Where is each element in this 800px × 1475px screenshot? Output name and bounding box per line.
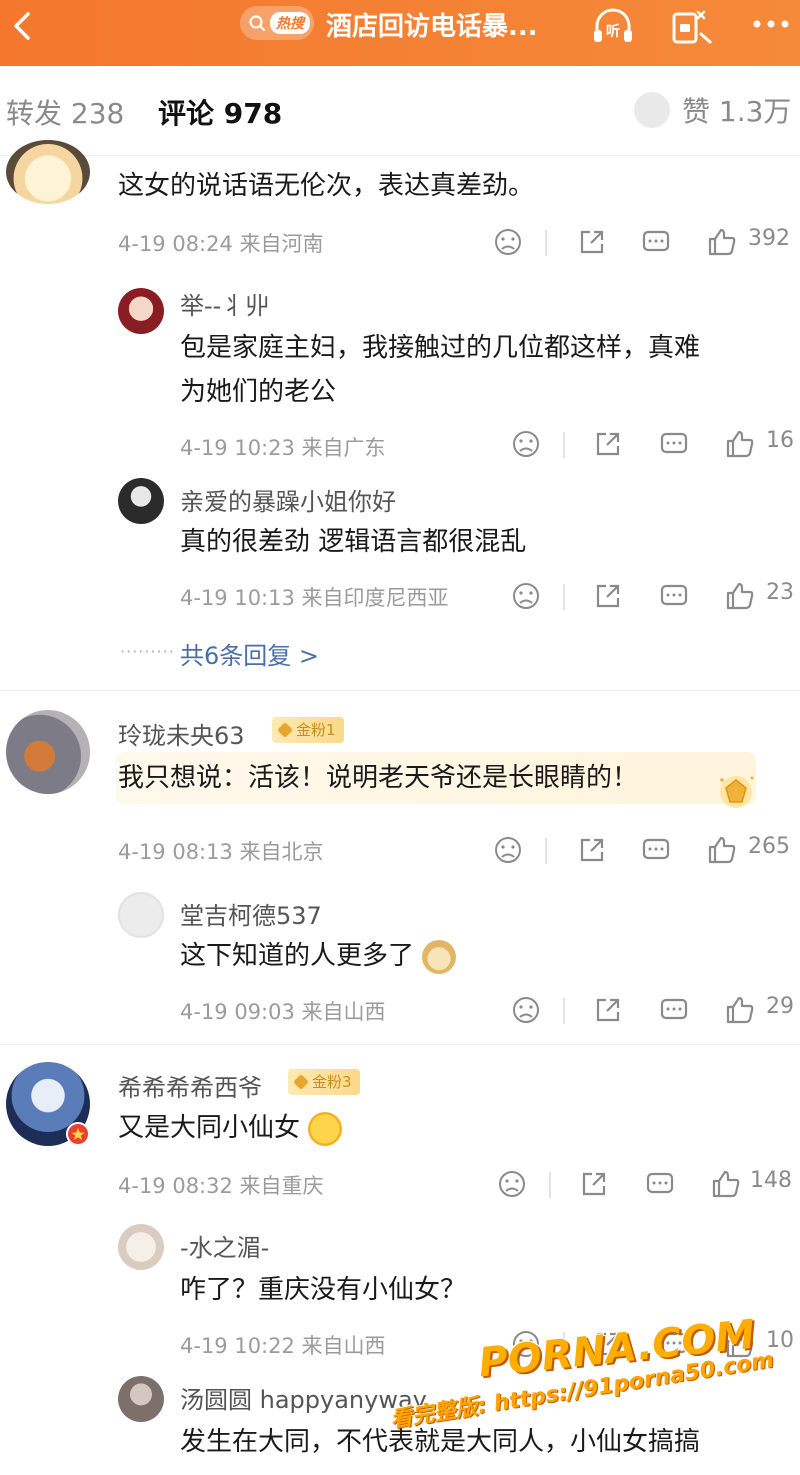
comment-meta: 4-19 08:32 来自重庆 — [118, 1174, 324, 1198]
tab-comment[interactable]: 评论 978 — [158, 92, 282, 132]
reply-text: 为她们的老公 — [180, 377, 337, 407]
avatar[interactable] — [118, 288, 164, 334]
like-icon[interactable] — [722, 578, 758, 614]
like-total[interactable]: 赞 1.3万 — [634, 90, 791, 130]
back-icon[interactable] — [4, 6, 44, 46]
replies-dots: ········· — [120, 642, 175, 661]
search-icon — [249, 15, 266, 32]
share-icon[interactable] — [590, 992, 626, 1028]
listen-icon[interactable]: 听 — [590, 4, 636, 48]
share-icon[interactable] — [590, 426, 626, 462]
reply-author[interactable]: 举--丬丱 — [180, 286, 269, 321]
comment-icon[interactable] — [656, 992, 692, 1028]
like-icon[interactable] — [708, 1166, 744, 1202]
like-count: 148 — [750, 1168, 792, 1193]
tab-bar: 转发 238 评论 978 赞 1.3万 — [0, 66, 800, 156]
reply-text: 包是家庭主妇，我接触过的几位都这样，真难 — [180, 333, 701, 363]
reply-text: 真的很差劲 逻辑语言都很混乱 — [180, 527, 527, 557]
reply-meta: 4-19 10:23 来自广东 — [180, 436, 386, 460]
share-icon[interactable] — [590, 578, 626, 614]
like-count: 265 — [748, 834, 790, 859]
red-envelope-icon[interactable] — [668, 4, 714, 48]
more-icon[interactable] — [748, 4, 794, 48]
avatar[interactable] — [118, 892, 164, 938]
comment-author[interactable]: 希希希希西爷 — [118, 1068, 262, 1103]
comment-text: 这女的说话语无伦次，表达真差劲。 — [118, 171, 535, 201]
share-icon[interactable] — [576, 1166, 612, 1202]
fan-badge: 金粉1 — [272, 717, 344, 743]
like-icon[interactable] — [722, 992, 758, 1028]
comment-text: 又是大同小仙女 — [118, 1106, 343, 1150]
avatar[interactable] — [6, 140, 90, 204]
share-icon[interactable] — [574, 224, 610, 260]
gem-icon — [720, 776, 754, 808]
comment-actions: 148 — [494, 1166, 800, 1206]
like-count: 23 — [766, 580, 794, 605]
avatar[interactable] — [6, 710, 90, 794]
reply-author[interactable]: 堂吉柯德537 — [180, 896, 322, 931]
reply-actions: 16 — [508, 426, 800, 466]
laugh-cry-emoji-icon — [308, 1111, 343, 1146]
reply-actions: 29 — [508, 992, 800, 1032]
avatar[interactable] — [118, 478, 164, 524]
reply-author[interactable]: 亲爱的暴躁小姐你好 — [180, 482, 396, 517]
dislike-icon[interactable] — [490, 224, 526, 260]
comment-meta: 4-19 08:24 来自河南 — [118, 232, 324, 256]
like-total-label: 赞 1.3万 — [682, 95, 792, 128]
page-title: 酒店回访电话暴... — [326, 12, 538, 42]
comment-icon[interactable] — [656, 426, 692, 462]
reply-author[interactable]: -水之湄- — [180, 1228, 269, 1263]
divider — [0, 690, 800, 691]
comment-actions: 392 — [490, 224, 800, 264]
dislike-icon[interactable] — [490, 832, 526, 868]
svg-text:听: 听 — [606, 23, 620, 40]
more-replies-link[interactable]: 共6条回复 > — [180, 636, 319, 671]
divider — [0, 1044, 800, 1045]
like-icon[interactable] — [704, 224, 740, 260]
comment-meta: 4-19 08:13 来自北京 — [118, 840, 324, 864]
tab-repost[interactable]: 转发 238 — [6, 92, 124, 132]
comment-icon[interactable] — [638, 224, 674, 260]
dislike-icon[interactable] — [494, 1166, 530, 1202]
like-icon[interactable] — [722, 426, 758, 462]
doge-emoji-icon — [422, 939, 457, 974]
avatar[interactable] — [118, 1376, 164, 1422]
reply-text: 这下知道的人更多了 — [180, 934, 457, 978]
like-count: 392 — [748, 226, 790, 251]
like-count: 29 — [766, 994, 794, 1019]
reply-meta: 4-19 10:22 来自山西 — [180, 1334, 386, 1358]
comment-icon[interactable] — [642, 1166, 678, 1202]
dislike-icon[interactable] — [508, 426, 544, 462]
like-avatar-icon — [634, 92, 670, 128]
reply-meta: 4-19 09:03 来自山西 — [180, 1000, 386, 1024]
verified-icon — [66, 1122, 90, 1146]
share-icon[interactable] — [574, 832, 610, 868]
fan-badge: 金粉3 — [288, 1069, 360, 1095]
comment-text: 我只想说：活该！说明老天爷还是长眼睛的！ — [118, 763, 639, 793]
hot-label: 热搜 — [270, 12, 310, 34]
avatar[interactable] — [118, 1224, 164, 1270]
reply-meta: 4-19 10:13 来自印度尼西亚 — [180, 586, 449, 610]
comment-actions: 265 — [490, 832, 800, 872]
comment-icon[interactable] — [638, 832, 674, 868]
reply-actions: 23 — [508, 578, 800, 618]
comment-author[interactable]: 玲珑未央63 — [118, 716, 245, 751]
like-icon[interactable] — [704, 832, 740, 868]
reply-text: 咋了？重庆没有小仙女？ — [180, 1275, 467, 1305]
hot-search-badge[interactable]: 热搜 — [240, 6, 314, 40]
dislike-icon[interactable] — [508, 992, 544, 1028]
dislike-icon[interactable] — [508, 578, 544, 614]
like-count: 16 — [766, 428, 794, 453]
comment-icon[interactable] — [656, 578, 692, 614]
top-bar: 热搜 酒店回访电话暴... 听 — [0, 0, 800, 66]
